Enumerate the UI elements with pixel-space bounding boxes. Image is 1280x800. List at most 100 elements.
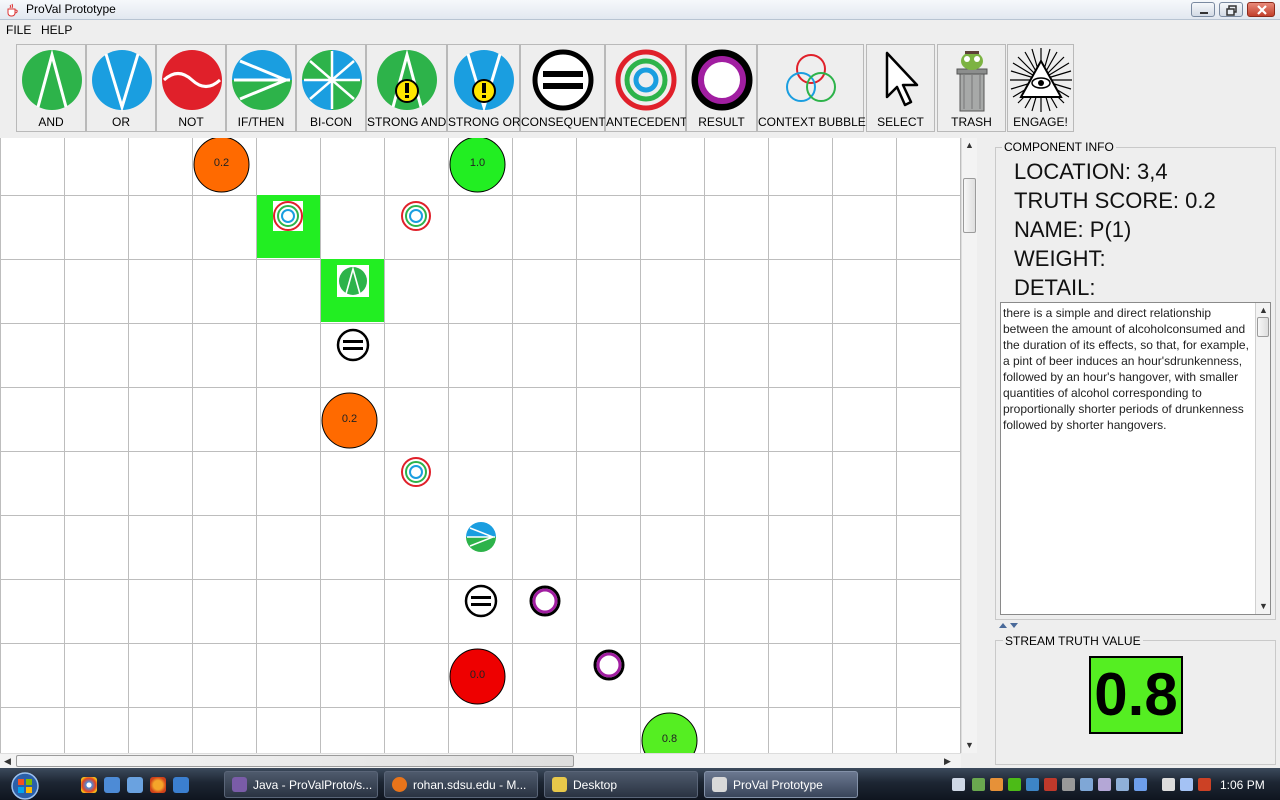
java-cup-icon — [7, 3, 18, 17]
scroll-down-arrow-icon[interactable]: ▼ — [965, 740, 974, 750]
not-tool-button[interactable]: NOT — [156, 44, 226, 132]
logic-grid-canvas[interactable]: 0.2 1.0 0.2 0.0 0.8 — [0, 138, 961, 753]
monitor-icon[interactable] — [1180, 778, 1193, 791]
eye-pyramid-icon — [1010, 48, 1072, 112]
result-tool-button[interactable]: RESULT — [686, 44, 757, 132]
if-then-tool-label: IF/THEN — [237, 115, 285, 129]
consequent-tool-button[interactable]: CONSEQUENT — [520, 44, 606, 132]
thunderbird-icon[interactable] — [173, 777, 189, 793]
consequent-icon — [532, 49, 594, 111]
taskbar-item-java[interactable]: Java - ProValProto/s... — [224, 771, 378, 798]
antecedent-icon[interactable] — [400, 456, 432, 488]
trash-tool-label: TRASH — [951, 115, 992, 129]
maximize-button[interactable] — [1219, 2, 1243, 17]
scroll-right-arrow-icon[interactable]: ▶ — [944, 756, 951, 767]
antecedent-icon — [615, 49, 677, 111]
volume-muted-icon[interactable] — [1198, 778, 1211, 791]
proposition-node[interactable]: 0.0 — [449, 648, 506, 705]
title-bar: ProVal Prototype — [0, 0, 1280, 20]
strong-or-icon — [454, 50, 514, 113]
result-icon[interactable] — [528, 584, 562, 618]
antecedent-tool-label: ANTECEDENT — [606, 115, 688, 129]
taskbar-item-desktop[interactable]: Desktop — [544, 771, 698, 798]
tray-icon[interactable] — [1026, 778, 1039, 791]
if-then-icon[interactable] — [464, 520, 498, 554]
proposition-value: 0.2 — [213, 157, 230, 169]
result-icon[interactable] — [592, 648, 626, 682]
strong-or-tool-button[interactable]: STRONG OR — [447, 44, 521, 132]
scroll-up-arrow-icon[interactable]: ▲ — [965, 140, 974, 150]
scroll-up-arrow-icon[interactable]: ▲ — [1259, 305, 1268, 315]
canvas-vertical-scrollbar[interactable]: ▲ ▼ — [961, 138, 977, 753]
show-desktop-icon[interactable] — [104, 777, 120, 793]
firefox-icon[interactable] — [150, 777, 166, 793]
antecedent-icon[interactable] — [272, 200, 304, 232]
tray-icon[interactable] — [1044, 778, 1057, 791]
consequent-icon[interactable] — [464, 584, 498, 618]
taskbar-clock[interactable]: 1:06 PM — [1220, 778, 1265, 792]
result-tool-label: RESULT — [698, 115, 745, 129]
tray-icon[interactable] — [1134, 778, 1147, 791]
scroll-left-arrow-icon[interactable]: ◀ — [4, 756, 11, 767]
component-toolbar: AND OR NOT IF/THEN BI-CON STRONG AND STR… — [0, 40, 1280, 136]
taskbar-item-label: Desktop — [573, 778, 618, 792]
scroll-down-arrow-icon[interactable]: ▼ — [1259, 601, 1268, 611]
or-tool-button[interactable]: OR — [86, 44, 156, 132]
select-tool-button[interactable]: SELECT — [866, 44, 935, 132]
taskbar-item-browser[interactable]: rohan.sdsu.edu - M... — [384, 771, 538, 798]
tray-icon[interactable] — [990, 778, 1003, 791]
horizontal-scroll-thumb[interactable] — [16, 755, 574, 767]
menu-help[interactable]: HELP — [41, 23, 72, 37]
detail-text-area[interactable]: there is a simple and direct relationshi… — [1000, 302, 1271, 615]
trash-tool-button[interactable]: TRASH — [937, 44, 1006, 132]
result-icon — [691, 49, 753, 111]
antecedent-icon[interactable] — [400, 200, 432, 232]
engage-tool-button[interactable]: ENGAGE! — [1007, 44, 1074, 132]
strong-and-tool-button[interactable]: STRONG AND — [366, 44, 447, 132]
detail-scroll-thumb[interactable] — [1257, 317, 1269, 337]
bi-con-tool-button[interactable]: BI-CON — [296, 44, 366, 132]
vertical-scroll-thumb[interactable] — [963, 178, 976, 233]
name-label: NAME: P(1) — [1014, 217, 1132, 242]
tray-icon[interactable] — [1098, 778, 1111, 791]
proposition-node[interactable]: 1.0 — [449, 138, 506, 193]
or-icon — [92, 50, 152, 113]
taskbar-item-label: Java - ProValProto/s... — [253, 778, 373, 792]
and-tool-button[interactable]: AND — [16, 44, 86, 132]
detail-scrollbar[interactable]: ▲ ▼ — [1255, 303, 1270, 614]
bi-con-tool-label: BI-CON — [310, 115, 352, 129]
canvas-horizontal-scrollbar[interactable]: ◀ ▶ — [0, 753, 961, 768]
tray-icon[interactable] — [1008, 778, 1021, 791]
or-tool-label: OR — [112, 115, 130, 129]
close-icon — [1257, 5, 1267, 15]
menu-bar: FILE HELP — [0, 20, 1280, 40]
proposition-node[interactable]: 0.2 — [321, 392, 378, 449]
context-bubble-tool-label: CONTEXT BUBBLE — [758, 115, 866, 129]
taskbar-item-proval[interactable]: ProVal Prototype — [704, 771, 858, 798]
network-icon[interactable] — [1162, 778, 1175, 791]
antecedent-tool-button[interactable]: ANTECEDENT — [605, 44, 688, 132]
menu-file[interactable]: FILE — [6, 23, 31, 37]
tray-icon[interactable] — [1116, 778, 1129, 791]
panel-splitter[interactable] — [977, 138, 993, 768]
windows-start-icon[interactable] — [4, 770, 46, 800]
proposition-node[interactable]: 0.2 — [193, 138, 250, 193]
if-then-tool-button[interactable]: IF/THEN — [226, 44, 296, 132]
consequent-icon[interactable] — [336, 328, 370, 362]
switch-windows-icon[interactable] — [127, 777, 143, 793]
split-arrows-icon[interactable] — [997, 622, 1021, 630]
minimize-button[interactable] — [1191, 2, 1215, 17]
tray-icon[interactable] — [952, 778, 965, 791]
chrome-icon[interactable] — [81, 777, 97, 793]
context-bubble-tool-button[interactable]: CONTEXT BUBBLE — [757, 44, 866, 132]
eclipse-icon — [232, 777, 247, 792]
java-cup-icon — [712, 777, 727, 792]
tray-icon[interactable] — [1080, 778, 1093, 791]
and-icon[interactable] — [337, 265, 369, 297]
tray-icon[interactable] — [1062, 778, 1075, 791]
tray-icon[interactable] — [972, 778, 985, 791]
taskbar-item-label: rohan.sdsu.edu - M... — [413, 778, 527, 792]
not-tool-label: NOT — [178, 115, 204, 129]
close-button[interactable] — [1247, 2, 1275, 17]
proposition-node[interactable]: 0.8 — [641, 712, 698, 753]
